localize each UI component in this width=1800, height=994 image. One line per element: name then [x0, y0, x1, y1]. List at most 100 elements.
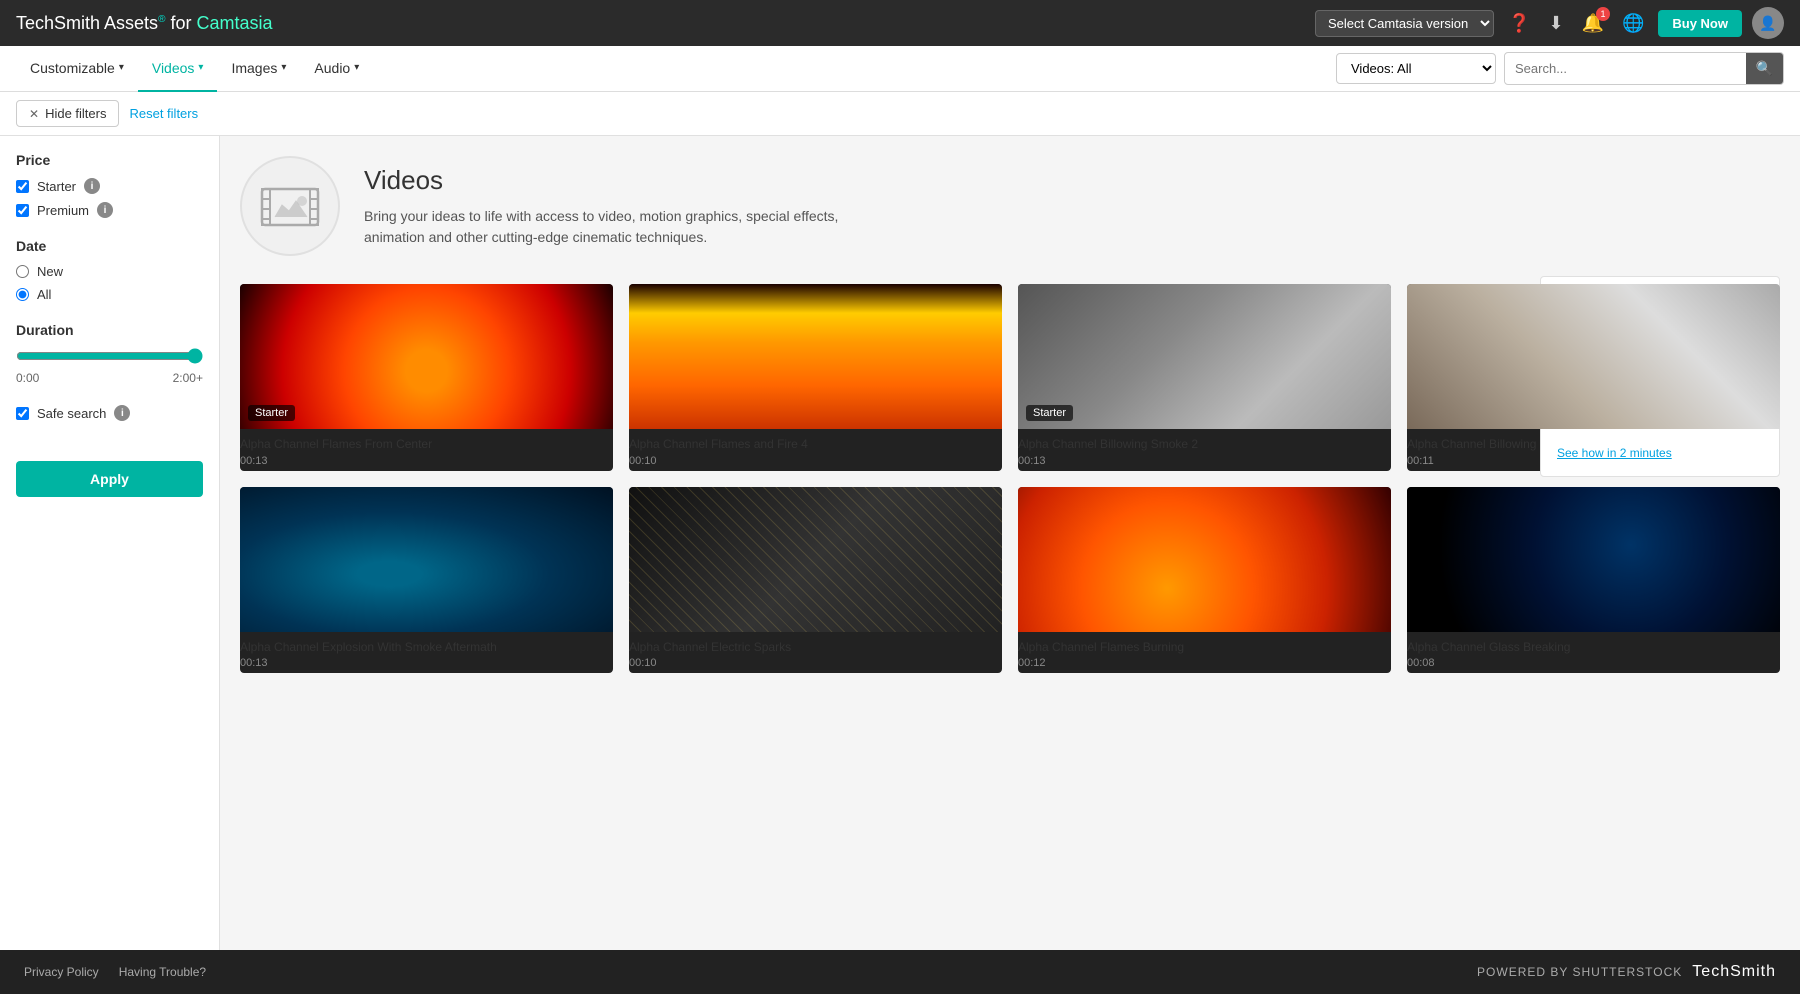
search-input[interactable]: [1505, 55, 1746, 82]
premium-checkbox[interactable]: [16, 204, 29, 217]
premium-info-icon[interactable]: i: [97, 202, 113, 218]
video-duration-7: 00:12: [1018, 657, 1391, 669]
duration-slider-container: 0:00 2:00+: [16, 348, 203, 385]
video-grid: Starter Alpha Channel Flames From Center…: [240, 284, 1780, 673]
nav-customizable-arrow: ▾: [119, 62, 124, 73]
hide-filters-label: Hide filters: [45, 106, 106, 121]
new-option[interactable]: New: [16, 264, 203, 279]
hero-text: Videos Bring your ideas to life with acc…: [364, 165, 864, 248]
duration-min: 0:00: [16, 371, 39, 385]
globe-icon[interactable]: 🌐: [1618, 9, 1648, 38]
thumb-bg-4: [1407, 284, 1780, 429]
video-card-2[interactable]: Alpha Channel Flames and Fire 4 00:10: [629, 284, 1002, 471]
video-film-icon: [260, 181, 320, 231]
starter-label: Starter: [37, 179, 76, 194]
thumb-bg-1: [240, 284, 613, 429]
video-duration-8: 00:08: [1407, 657, 1780, 669]
video-thumb-6: [629, 487, 1002, 632]
close-icon: ✕: [29, 107, 39, 121]
all-label: All: [37, 287, 51, 302]
content: Videos Bring your ideas to life with acc…: [220, 136, 1800, 693]
powered-by-text: POWERED BY SHUTTERSTOCK: [1477, 965, 1682, 979]
safe-search-filter: Safe search i: [16, 405, 203, 421]
reset-filters-button[interactable]: Reset filters: [129, 106, 198, 121]
nav-bar: Customizable ▾ Videos ▾ Images ▾ Audio ▾…: [0, 46, 1800, 92]
apply-button[interactable]: Apply: [16, 461, 203, 497]
video-card-5[interactable]: Alpha Channel Explosion With Smoke After…: [240, 487, 613, 674]
avatar[interactable]: 👤: [1752, 7, 1784, 39]
badge-1: Starter: [248, 405, 295, 421]
thumb-bg-3: [1018, 284, 1391, 429]
thumb-bg-5: [240, 487, 613, 632]
nav-videos[interactable]: Videos ▾: [138, 46, 218, 92]
duration-filter: Duration 0:00 2:00+: [16, 322, 203, 385]
hide-filters-button[interactable]: ✕ Hide filters: [16, 100, 119, 127]
video-duration-6: 00:10: [629, 657, 1002, 669]
nav-customizable-label: Customizable: [30, 60, 115, 76]
nav-customizable[interactable]: Customizable ▾: [16, 46, 138, 92]
starter-checkbox[interactable]: [16, 180, 29, 193]
safe-search-option[interactable]: Safe search i: [16, 405, 203, 421]
video-duration-1: 00:13: [240, 455, 613, 467]
video-info-3: Alpha Channel Billowing Smoke 2 00:13: [1018, 429, 1391, 471]
nav-audio-label: Audio: [314, 60, 350, 76]
video-thumb-8: [1407, 487, 1780, 632]
footer: Privacy Policy Having Trouble? POWERED B…: [0, 950, 1800, 994]
video-duration-5: 00:13: [240, 657, 613, 669]
safe-search-checkbox[interactable]: [16, 407, 29, 420]
duration-max: 2:00+: [173, 371, 203, 385]
video-duration-3: 00:13: [1018, 455, 1391, 467]
video-card-7[interactable]: Alpha Channel Flames Burning 00:12: [1018, 487, 1391, 674]
logo-for: for: [170, 13, 196, 33]
video-thumb-1: Starter: [240, 284, 613, 429]
video-info-8: Alpha Channel Glass Breaking 00:08: [1407, 632, 1780, 674]
notif-badge: 1: [1596, 7, 1610, 21]
video-card-1[interactable]: Starter Alpha Channel Flames From Center…: [240, 284, 613, 471]
video-thumb-3: Starter: [1018, 284, 1391, 429]
category-select[interactable]: Videos: All Videos: Starter Videos: Prem…: [1336, 53, 1496, 84]
video-thumb-5: [240, 487, 613, 632]
video-thumb-4: [1407, 284, 1780, 429]
all-option[interactable]: All: [16, 287, 203, 302]
video-info-5: Alpha Channel Explosion With Smoke After…: [240, 632, 613, 674]
video-card-6[interactable]: Alpha Channel Electric Sparks 00:10: [629, 487, 1002, 674]
duration-labels: 0:00 2:00+: [16, 371, 203, 385]
new-radio[interactable]: [16, 265, 29, 278]
duration-slider[interactable]: [16, 348, 203, 364]
nav-images[interactable]: Images ▾: [217, 46, 300, 92]
hero-title: Videos: [364, 165, 864, 196]
all-radio[interactable]: [16, 288, 29, 301]
starter-option[interactable]: Starter i: [16, 178, 203, 194]
content-wrapper: Videos Bring your ideas to life with acc…: [220, 136, 1800, 950]
video-card-3[interactable]: Starter Alpha Channel Billowing Smoke 2 …: [1018, 284, 1391, 471]
premium-option[interactable]: Premium i: [16, 202, 203, 218]
filter-bar: ✕ Hide filters Reset filters: [0, 92, 1800, 136]
having-trouble-link[interactable]: Having Trouble?: [119, 965, 206, 979]
nav-audio[interactable]: Audio ▾: [300, 46, 373, 92]
duration-title: Duration: [16, 322, 203, 338]
buy-now-button[interactable]: Buy Now: [1658, 10, 1742, 37]
safe-search-label: Safe search: [37, 406, 106, 421]
thumb-bg-8: [1407, 487, 1780, 632]
thumb-bg-7: [1018, 487, 1391, 632]
techsmith-footer-logo: TechSmith: [1692, 963, 1776, 981]
price-filter: Price Starter i Premium i: [16, 152, 203, 218]
footer-right: POWERED BY SHUTTERSTOCK TechSmith: [1477, 963, 1776, 981]
search-box: 🔍: [1504, 52, 1784, 85]
see-how-link[interactable]: See how in 2 minutes: [1557, 446, 1672, 460]
video-title-1: Alpha Channel Flames From Center: [240, 437, 613, 453]
safe-search-info-icon[interactable]: i: [114, 405, 130, 421]
notification-icon[interactable]: 🔔 1: [1578, 9, 1608, 38]
help-icon[interactable]: ❓: [1504, 9, 1534, 38]
download-icon[interactable]: ⬇: [1544, 9, 1567, 38]
thumb-bg-2: [629, 284, 1002, 429]
privacy-policy-link[interactable]: Privacy Policy: [24, 965, 99, 979]
version-select[interactable]: Select Camtasia version Camtasia 2024 Ca…: [1315, 10, 1494, 37]
starter-info-icon[interactable]: i: [84, 178, 100, 194]
new-label: New: [37, 264, 63, 279]
search-button[interactable]: 🔍: [1746, 53, 1783, 84]
video-card-8[interactable]: Alpha Channel Glass Breaking 00:08: [1407, 487, 1780, 674]
logo-camtasia: Camtasia: [196, 13, 272, 33]
video-title-7: Alpha Channel Flames Burning: [1018, 640, 1391, 656]
video-duration-2: 00:10: [629, 455, 1002, 467]
